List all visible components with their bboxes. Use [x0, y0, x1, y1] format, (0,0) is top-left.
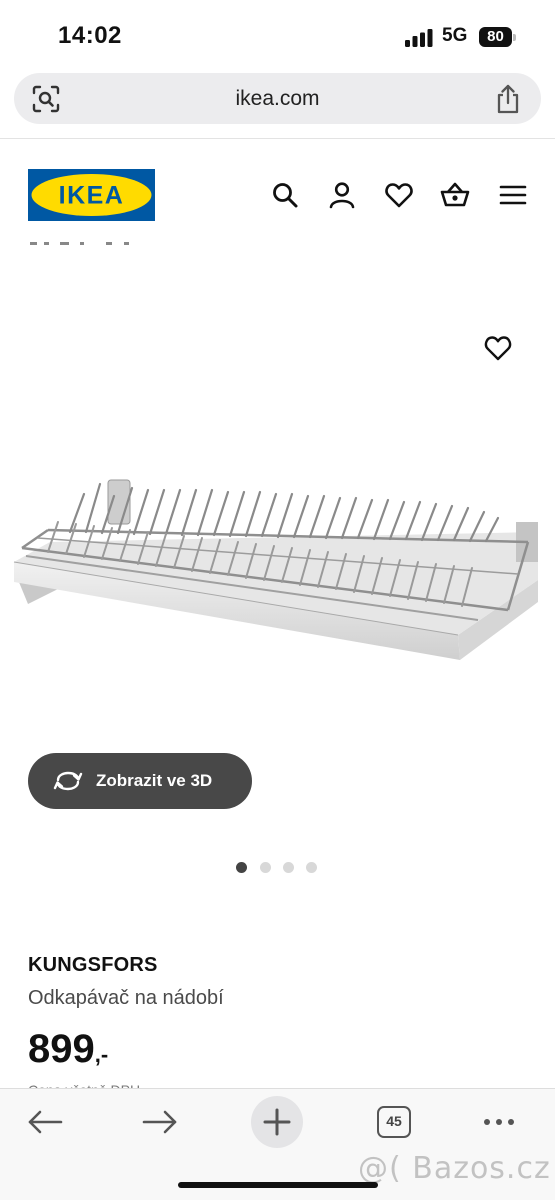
- search-icon[interactable]: [270, 180, 300, 210]
- status-time: 14:02: [58, 22, 122, 49]
- account-icon[interactable]: [327, 180, 357, 210]
- battery-level: 80: [487, 28, 504, 45]
- address-bar[interactable]: ikea.com: [14, 73, 541, 124]
- tabs-button[interactable]: 45: [377, 1106, 411, 1138]
- cellular-signal-icon: [405, 29, 433, 47]
- home-indicator: [178, 1182, 378, 1188]
- carousel-dot[interactable]: [283, 862, 294, 873]
- price-value: 899: [28, 1027, 95, 1071]
- browser-toolbar: 45 @( Bazos.cz: [0, 1088, 555, 1200]
- image-carousel-dots[interactable]: [236, 862, 326, 876]
- status-bar: 14:02 5G 80: [0, 0, 555, 70]
- plus-icon: [263, 1108, 291, 1136]
- share-icon[interactable]: [494, 84, 522, 114]
- price-suffix: ,-: [94, 1042, 109, 1067]
- carousel-dot[interactable]: [306, 862, 317, 873]
- product-image[interactable]: [8, 470, 548, 670]
- battery-icon: 80: [479, 27, 517, 47]
- product-price: 899,-: [28, 1025, 108, 1075]
- header-divider: [0, 138, 555, 139]
- url-text[interactable]: ikea.com: [14, 73, 541, 124]
- scrolled-text-remnant: [30, 242, 129, 245]
- menu-icon[interactable]: [498, 180, 528, 210]
- product-name: KUNGSFORS: [28, 954, 158, 976]
- add-to-favorites-icon[interactable]: [484, 335, 512, 361]
- ikea-logo-text: IKEA: [59, 182, 125, 210]
- view-in-3d-label: Zobrazit ve 3D: [96, 771, 213, 790]
- wishlist-icon[interactable]: [384, 180, 414, 210]
- rotate-3d-icon: [53, 771, 83, 791]
- network-type: 5G: [442, 25, 468, 46]
- product-description: Odkapávač na nádobí: [28, 987, 224, 1009]
- shopping-bag-icon[interactable]: [440, 180, 470, 210]
- new-tab-button[interactable]: [251, 1096, 303, 1148]
- carousel-dot[interactable]: [260, 862, 271, 873]
- carousel-dot[interactable]: [236, 862, 247, 873]
- view-in-3d-button[interactable]: Zobrazit ve 3D: [28, 753, 252, 809]
- watermark: @( Bazos.cz: [358, 1151, 551, 1186]
- forward-arrow-icon[interactable]: [140, 1105, 180, 1139]
- ikea-logo[interactable]: IKEA: [28, 169, 155, 221]
- back-arrow-icon[interactable]: [25, 1105, 65, 1139]
- more-options-icon[interactable]: [480, 1105, 520, 1139]
